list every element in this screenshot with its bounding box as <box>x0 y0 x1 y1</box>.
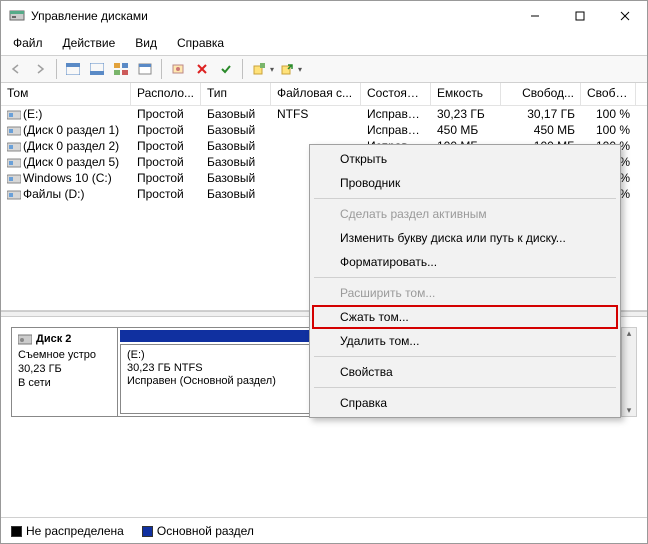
volume-icon <box>7 157 21 168</box>
titlebar: Управление дисками <box>1 1 647 31</box>
col-status[interactable]: Состояние <box>361 83 431 105</box>
menubar: Файл Действие Вид Справка <box>1 31 647 55</box>
menu-file[interactable]: Файл <box>5 33 51 53</box>
toolbar: ▾ ▾ <box>1 55 647 83</box>
scroll-up-icon[interactable]: ▴ <box>627 328 632 339</box>
window-title: Управление дисками <box>31 9 512 23</box>
volume-icon <box>7 125 21 136</box>
volume-icon <box>7 173 21 184</box>
col-layout[interactable]: Располо... <box>131 83 201 105</box>
forward-button <box>29 58 51 80</box>
check-icon[interactable] <box>215 58 237 80</box>
ctx-shrink[interactable]: Сжать том... <box>312 305 618 329</box>
disk-online: В сети <box>18 376 111 390</box>
table-row[interactable]: (Диск 0 раздел 1)ПростойБазовыйИсправен.… <box>1 122 647 138</box>
app-icon <box>9 8 25 24</box>
context-menu: Открыть Проводник Сделать раздел активны… <box>309 144 621 418</box>
disk-kind: Съемное устро <box>18 348 111 362</box>
col-capacity[interactable]: Емкость <box>431 83 501 105</box>
view-bottom-icon[interactable] <box>86 58 108 80</box>
view-top-icon[interactable] <box>62 58 84 80</box>
col-freepct[interactable]: Свобод... <box>581 83 636 105</box>
legend: Не распределена Основной раздел <box>1 517 647 543</box>
new-volume-icon[interactable] <box>248 58 270 80</box>
ctx-properties[interactable]: Свойства <box>312 360 618 384</box>
disk-icon <box>18 333 32 345</box>
table-row[interactable]: (E:)ПростойБазовыйNTFSИсправен...30,23 Г… <box>1 106 647 122</box>
col-volume[interactable]: Том <box>1 83 131 105</box>
disk-size: 30,23 ГБ <box>18 362 111 376</box>
window-controls <box>512 1 647 31</box>
maximize-button[interactable] <box>557 1 602 31</box>
ctx-separator <box>314 277 616 278</box>
properties-icon[interactable] <box>134 58 156 80</box>
col-free[interactable]: Свобод... <box>501 83 581 105</box>
toolbar-separator <box>161 59 162 79</box>
menu-action[interactable]: Действие <box>55 33 124 53</box>
legend-primary: Основной раздел <box>142 524 254 537</box>
disk-label: Диск 2 <box>36 332 71 346</box>
toolbar-separator <box>242 59 243 79</box>
volume-icon <box>7 109 21 120</box>
ctx-format[interactable]: Форматировать... <box>312 250 618 274</box>
dropdown-icon[interactable]: ▾ <box>270 65 274 74</box>
ctx-delete[interactable]: Удалить том... <box>312 329 618 353</box>
view-grid-icon[interactable] <box>110 58 132 80</box>
menu-help[interactable]: Справка <box>169 33 232 53</box>
menu-view[interactable]: Вид <box>127 33 165 53</box>
ctx-separator <box>314 198 616 199</box>
table-header: Том Располо... Тип Файловая с... Состоян… <box>1 83 647 106</box>
toolbar-separator <box>56 59 57 79</box>
col-type[interactable]: Тип <box>201 83 271 105</box>
swatch-black <box>11 526 22 537</box>
back-button <box>5 58 27 80</box>
disk-info[interactable]: Диск 2 Съемное устро 30,23 ГБ В сети <box>12 328 118 416</box>
ctx-extend: Расширить том... <box>312 281 618 305</box>
scroll-down-icon[interactable]: ▾ <box>627 405 632 416</box>
col-filesystem[interactable]: Файловая с... <box>271 83 361 105</box>
ctx-separator <box>314 387 616 388</box>
volume-icon <box>7 141 21 152</box>
ctx-help[interactable]: Справка <box>312 391 618 415</box>
swatch-blue <box>142 526 153 537</box>
ctx-separator <box>314 356 616 357</box>
close-button[interactable] <box>602 1 647 31</box>
legend-unallocated: Не распределена <box>11 524 124 537</box>
minimize-button[interactable] <box>512 1 557 31</box>
ctx-open[interactable]: Открыть <box>312 147 618 171</box>
ctx-change-letter[interactable]: Изменить букву диска или путь к диску... <box>312 226 618 250</box>
ctx-make-active: Сделать раздел активным <box>312 202 618 226</box>
volume-icon <box>7 189 21 200</box>
dropdown-icon[interactable]: ▾ <box>298 65 302 74</box>
settings-icon[interactable] <box>167 58 189 80</box>
delete-icon[interactable] <box>191 58 213 80</box>
scrollbar[interactable]: ▴ ▾ <box>621 327 637 417</box>
ctx-explorer[interactable]: Проводник <box>312 171 618 195</box>
attach-icon[interactable] <box>276 58 298 80</box>
